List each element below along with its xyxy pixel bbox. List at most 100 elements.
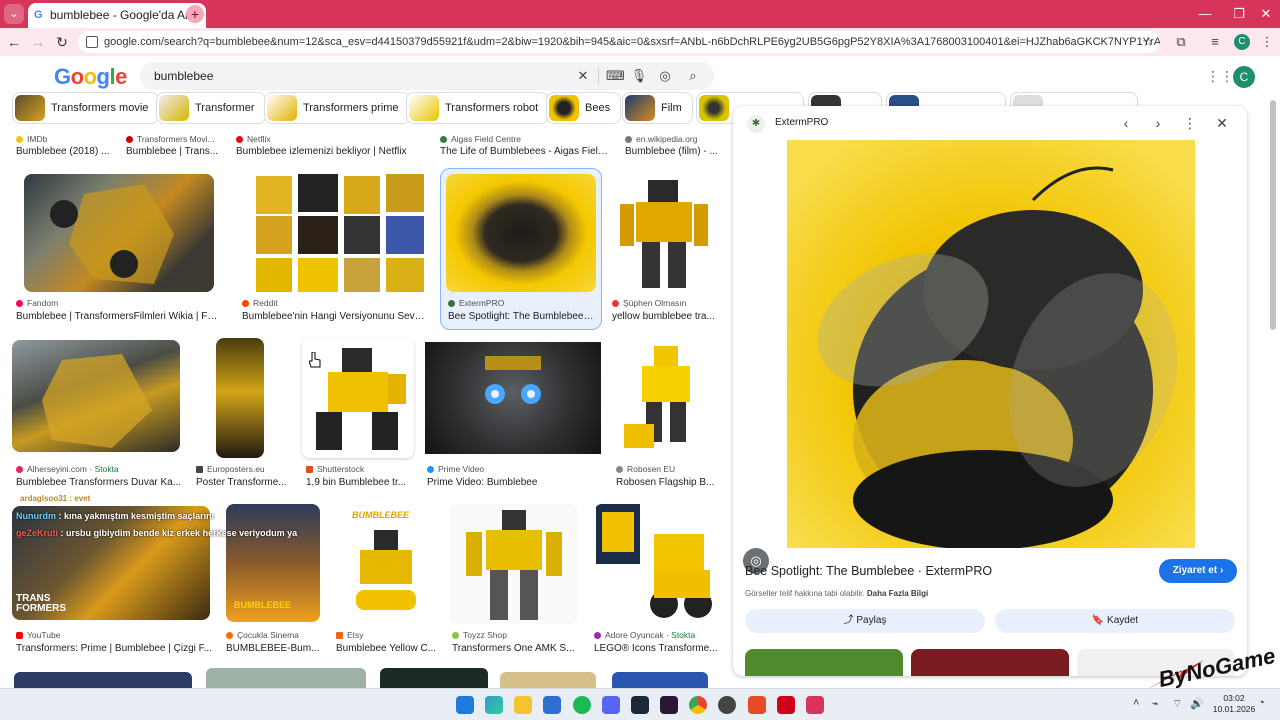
chrome-menu-icon[interactable]: ⋮ xyxy=(1258,33,1276,51)
result-card[interactable]: Transformers Movi... Bumblebee | Trans..… xyxy=(126,132,226,158)
site-info-icon[interactable] xyxy=(86,36,98,48)
chip-transformers-robot[interactable]: Transformers robot xyxy=(406,92,550,124)
result-image: BUMBLEBEE xyxy=(334,506,438,622)
result-image xyxy=(12,340,180,452)
reload-button[interactable]: ↻ xyxy=(52,32,72,52)
clear-search-icon[interactable]: ✕ xyxy=(574,62,592,90)
result-card[interactable]: IMDb Bumblebee (2018) ... xyxy=(16,132,126,158)
result-card[interactable]: Aigas Field Centre The Life of Bumblebee… xyxy=(440,132,610,158)
chip-thumbnail xyxy=(409,95,439,121)
new-tab-button[interactable]: + xyxy=(186,5,204,23)
result-card[interactable]: Prime Video Prime Video: Bumblebee xyxy=(425,342,605,490)
obs-icon[interactable] xyxy=(718,696,736,714)
address-bar[interactable]: google.com/search?q=bumblebee&num=12&sca… xyxy=(78,31,1160,53)
back-button[interactable]: ← xyxy=(4,32,24,52)
share-button[interactable]: ⤴ Paylaş xyxy=(745,609,985,633)
app-icon[interactable] xyxy=(748,696,766,714)
learn-more-link[interactable]: Daha Fazla Bilgi xyxy=(867,589,928,598)
file-explorer-icon[interactable] xyxy=(514,696,532,714)
source-favicon-icon xyxy=(242,300,249,307)
save-button[interactable]: 🔖 Kaydet xyxy=(995,609,1235,633)
chip-bees[interactable]: Bees xyxy=(546,92,622,124)
network-icon[interactable]: ⌔ xyxy=(1172,697,1182,711)
notification-icon[interactable]: ◔ xyxy=(1258,697,1265,709)
edge-icon[interactable] xyxy=(485,696,503,714)
reading-list-icon[interactable]: ≡ xyxy=(1206,33,1224,51)
result-image-partial[interactable] xyxy=(14,672,192,688)
robot-figure xyxy=(50,184,174,284)
steam-icon[interactable] xyxy=(631,696,649,714)
result-image xyxy=(24,174,214,292)
profile-avatar[interactable]: C xyxy=(1234,34,1250,50)
result-card[interactable]: Şüphen Olmasın yellow bumblebee tra... xyxy=(612,174,722,324)
chat-line: geZeKruti : ursbu gibiydim bende kiz erk… xyxy=(16,528,298,538)
result-card[interactable]: Reddit Bumblebee'nin Hangi Versiyonunu S… xyxy=(242,172,432,324)
next-image-icon[interactable]: › xyxy=(1149,114,1167,132)
spotify-icon[interactable] xyxy=(573,696,591,714)
preview-image[interactable]: ◎ xyxy=(733,140,1247,574)
result-image-partial[interactable] xyxy=(206,668,366,688)
app-icon[interactable] xyxy=(777,696,795,714)
lens-icon[interactable]: ◎ xyxy=(656,62,674,90)
chip-transformers-movie[interactable]: Transformers movie xyxy=(12,92,160,124)
result-image-partial[interactable] xyxy=(380,668,488,688)
result-image-partial[interactable] xyxy=(500,672,596,688)
window-close-button[interactable]: ✕ xyxy=(1252,0,1280,28)
previous-image-icon[interactable]: ‹ xyxy=(1117,114,1135,132)
search-icon[interactable]: ⌕ xyxy=(684,62,702,90)
result-card[interactable]: Robosen EU Robosen Flagship B... xyxy=(614,340,722,490)
extensions-icon[interactable]: ⧉ xyxy=(1172,33,1190,51)
source-favicon-icon xyxy=(452,632,459,639)
microphone-icon[interactable]: 🎙 xyxy=(630,62,648,90)
result-card-selected[interactable]: ExtermPRO Bee Spotlight: The Bumblebee ·… xyxy=(446,174,598,324)
chip-film[interactable]: Film xyxy=(622,92,693,124)
browser-tab[interactable]: G bumblebee - Google'da Ara ✕ xyxy=(28,3,206,28)
more-options-icon[interactable]: ⋮ xyxy=(1181,114,1199,132)
chip-transformer[interactable]: Transformer xyxy=(156,92,266,124)
bookmark-star-icon[interactable]: ☆ xyxy=(1139,33,1157,51)
chip-transformers-prime[interactable]: Transformers prime xyxy=(264,92,410,124)
result-card[interactable]: en.wikipedia.org Bumblebee (film) - ... xyxy=(625,132,721,158)
source-favicon-icon xyxy=(16,466,23,473)
panel-image-title[interactable]: Bee Spotlight: The Bumblebee · ExtermPRO xyxy=(745,564,992,578)
keyboard-icon[interactable]: ⌨ xyxy=(606,62,625,90)
app-icon[interactable] xyxy=(660,696,678,714)
result-card[interactable]: Alherseyini.com · Stokta Bumblebee Trans… xyxy=(12,340,184,490)
source-favicon-icon xyxy=(594,632,601,639)
forward-button[interactable]: → xyxy=(28,32,48,52)
result-card[interactable]: Adore Oyuncak · Stokta LEGO® Icons Trans… xyxy=(592,504,722,654)
google-logo[interactable]: Google xyxy=(54,64,127,90)
google-apps-icon[interactable]: ⋮⋮ xyxy=(1206,68,1234,84)
source-favicon-icon xyxy=(126,136,133,143)
chip-thumbnail xyxy=(15,95,45,121)
tab-search-button[interactable]: ⌄ xyxy=(4,4,24,24)
minimize-button[interactable]: — xyxy=(1188,0,1222,28)
search-input[interactable]: bumblebee ✕ ⌨ 🎙 ◎ ⌕ xyxy=(140,62,714,90)
page-scrollbar[interactable] xyxy=(1270,100,1276,330)
result-card[interactable]: Fandom Bumblebee | TransformersFilmleri … xyxy=(16,174,226,324)
store-icon[interactable] xyxy=(543,696,561,714)
related-image[interactable] xyxy=(745,649,903,676)
lego-box-figure xyxy=(596,504,712,618)
result-card[interactable]: Netflix Bumblebee izlemenizi bekliyor | … xyxy=(236,132,432,158)
tray-app-icon[interactable]: ⌁ xyxy=(1152,697,1159,710)
volume-icon[interactable]: 🔊 xyxy=(1190,697,1204,710)
windows-start-icon[interactable] xyxy=(456,696,474,714)
result-image xyxy=(425,342,601,454)
tray-chevron-icon[interactable]: ˄ xyxy=(1133,697,1139,709)
result-card[interactable]: Europosters.eu Poster Transforme... xyxy=(194,338,294,490)
chrome-icon[interactable] xyxy=(689,696,707,714)
result-card[interactable]: BUMBLEBEE Çocukla Sinema BUMBLEBEE-Bum..… xyxy=(222,504,326,654)
restore-button[interactable]: ❐ xyxy=(1222,0,1256,28)
app-icon[interactable] xyxy=(806,696,824,714)
visit-button[interactable]: Ziyaret et › xyxy=(1159,559,1237,583)
result-card[interactable]: BUMBLEBEE Etsy Bumblebee Yellow C... xyxy=(334,506,440,654)
related-image[interactable] xyxy=(911,649,1069,676)
close-panel-icon[interactable]: ✕ xyxy=(1213,114,1231,132)
panel-site-name[interactable]: ExtermPRO xyxy=(775,117,828,128)
discord-icon[interactable] xyxy=(602,696,620,714)
result-card[interactable]: Toyzz Shop Transformers One AMK S... xyxy=(450,504,580,654)
result-image-partial[interactable] xyxy=(612,672,708,688)
account-avatar[interactable]: C xyxy=(1233,66,1255,88)
taskbar-clock[interactable]: 03:02 10.01.2026 xyxy=(1212,693,1256,715)
